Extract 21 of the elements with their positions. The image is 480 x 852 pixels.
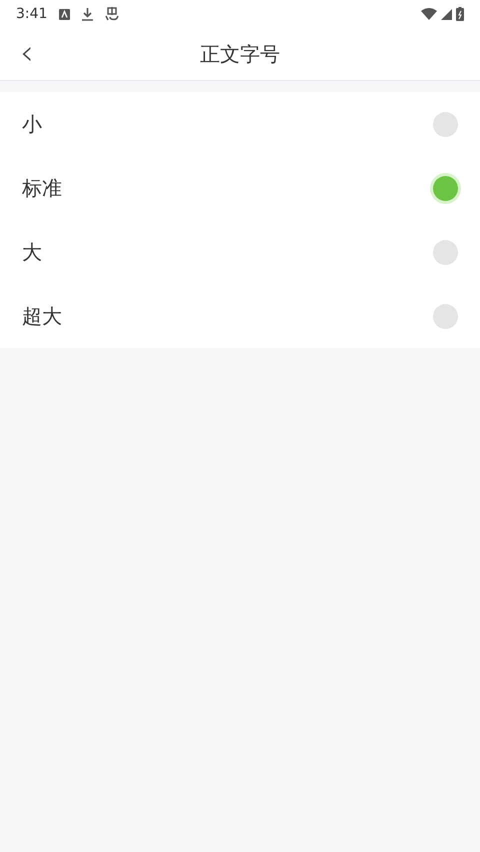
option-label: 标准 — [22, 174, 62, 202]
option-label: 超大 — [22, 302, 62, 330]
radio-button[interactable] — [433, 112, 458, 136]
battery-icon — [456, 7, 464, 21]
wifi-icon — [421, 8, 437, 20]
signal-icon — [441, 8, 452, 20]
font-size-option[interactable]: 超大 — [0, 284, 480, 348]
notification-icon — [59, 8, 70, 20]
app-icon — [105, 7, 120, 21]
font-size-option[interactable]: 小 — [0, 92, 480, 156]
radio-button[interactable] — [433, 304, 458, 328]
page-title: 正文字号 — [200, 40, 280, 68]
font-size-option[interactable]: 大 — [0, 220, 480, 284]
font-size-option[interactable]: 标准 — [0, 156, 480, 220]
option-label: 大 — [22, 238, 42, 266]
status-time: 3:41 — [16, 6, 48, 22]
radio-button[interactable] — [433, 176, 458, 200]
radio-button[interactable] — [433, 240, 458, 264]
back-button[interactable]: ‹ — [14, 36, 40, 70]
option-label: 小 — [22, 110, 42, 138]
download-icon — [82, 8, 94, 20]
